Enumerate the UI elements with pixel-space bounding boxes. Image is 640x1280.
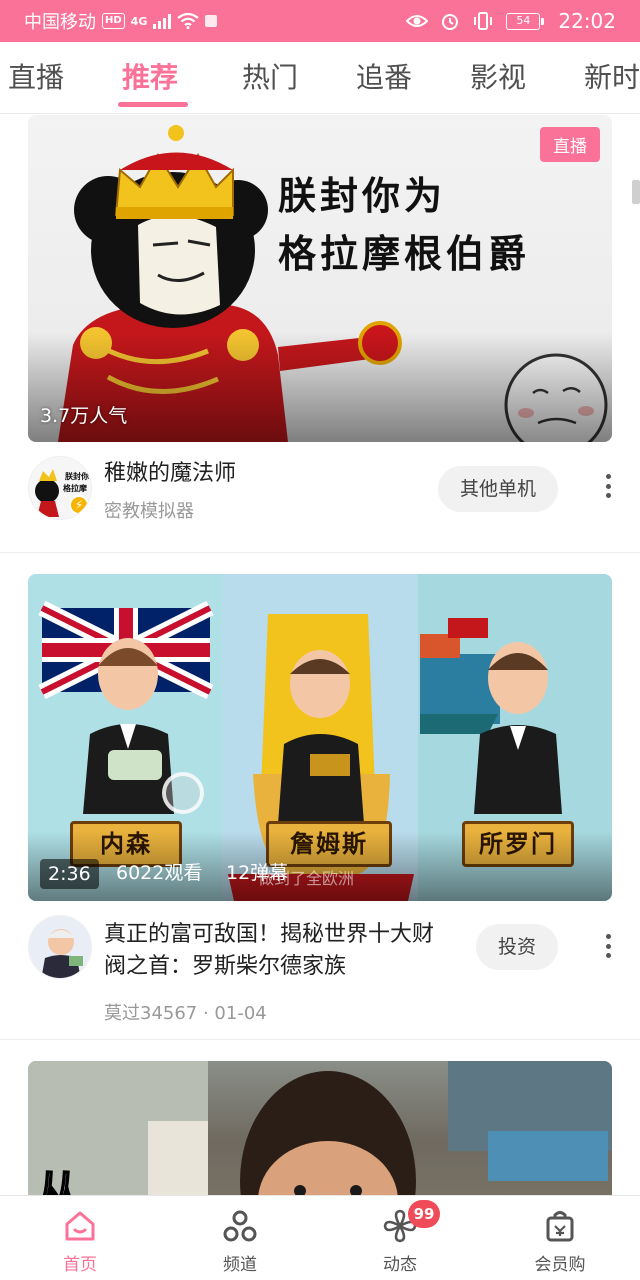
svg-text:格拉摩: 格拉摩	[63, 483, 87, 493]
nav-label: 首页	[63, 1255, 97, 1275]
divider	[0, 1039, 640, 1040]
scrollbar[interactable]	[632, 180, 640, 204]
view-count: 6022观看	[116, 862, 203, 884]
more-options-icon[interactable]	[598, 930, 618, 962]
tab-hot[interactable]: 热门	[242, 56, 298, 96]
tab-bangumi[interactable]: 追番	[356, 56, 412, 96]
danmaku-count: 12弹幕	[226, 862, 289, 884]
wifi-icon	[177, 13, 200, 29]
live-badge: 直播	[540, 127, 600, 162]
signal-icon	[153, 13, 172, 29]
hd-icon: HD	[102, 13, 125, 29]
tab-movies[interactable]: 影视	[470, 56, 526, 96]
tab-new-era[interactable]: 新时	[584, 56, 640, 96]
card-meta: 莫过34567 · 01-04	[104, 1003, 267, 1024]
card-title[interactable]: 稚嫩的魔法师	[104, 458, 236, 490]
touch-indicator	[162, 772, 204, 814]
category-tag-button[interactable]: 其他单机	[438, 466, 558, 512]
network-type: 4G	[130, 14, 148, 28]
card-subtitle: 密教模拟器	[104, 501, 194, 522]
nav-dynamics[interactable]: 动态 99	[320, 1196, 480, 1280]
tab-live[interactable]: 直播	[8, 56, 64, 96]
status-bar: 中国移动 HD 4G 54 22:02	[0, 0, 640, 42]
shopping-bag-icon	[540, 1206, 580, 1246]
battery-icon: 54	[506, 12, 545, 30]
video-duration: 2:36	[40, 859, 99, 889]
nav-member-shop[interactable]: 会员购	[480, 1196, 640, 1280]
clock: 22:02	[558, 9, 616, 33]
nav-channels[interactable]: 频道	[160, 1196, 320, 1280]
uploader-avatar[interactable]	[28, 915, 92, 979]
tab-recommend[interactable]: 推荐	[122, 56, 178, 96]
cover-caption: 从	[35, 1167, 81, 1195]
notification-badge: 99	[408, 1200, 440, 1228]
nav-label: 动态	[383, 1255, 417, 1275]
nav-label: 会员购	[534, 1255, 586, 1275]
svg-text:朕封你: 朕封你	[65, 471, 89, 481]
vibrate-icon	[474, 12, 493, 30]
carrier-name: 中国移动	[24, 12, 96, 33]
video-cover[interactable]: 从	[28, 1061, 612, 1195]
channel-icon	[220, 1206, 260, 1246]
bottom-navigation: 首页 频道 动态 99 会员购	[0, 1195, 640, 1280]
category-tabs: 直播 推荐 热门 追番 影视 新时	[0, 42, 640, 114]
nav-label: 频道	[223, 1255, 257, 1275]
home-icon	[60, 1206, 100, 1246]
card-title[interactable]: 真正的富可敌国！揭秘世界十大财阀之首：罗斯柴尔德家族	[104, 919, 444, 983]
video-illustration	[28, 1061, 612, 1195]
category-tag-button[interactable]: 投资	[476, 924, 558, 970]
tab-indicator	[118, 102, 188, 107]
recommend-feed[interactable]: 朕封你为 格拉摩根伯爵 直播 3.7万人气 朕封你 格拉摩 ⚡ 稚嫩的魔法师 密…	[0, 115, 640, 1195]
video-cover[interactable]: 内森 詹姆斯 所罗门 做到了全欧洲 2:36 6022观看 12弹幕	[28, 574, 612, 901]
eye-icon	[406, 15, 429, 27]
video-card: 从	[0, 1061, 640, 1195]
popularity-count: 3.7万人气	[40, 405, 128, 427]
battery-level: 54	[506, 12, 541, 30]
alarm-icon	[442, 14, 459, 30]
notification-icon	[205, 15, 218, 27]
live-cover[interactable]: 朕封你为 格拉摩根伯爵 直播 3.7万人气	[28, 115, 612, 442]
divider	[0, 552, 640, 553]
live-card: 朕封你为 格拉摩根伯爵 直播 3.7万人气 朕封你 格拉摩 ⚡ 稚嫩的魔法师 密…	[0, 115, 640, 552]
lightning-badge-icon: ⚡	[69, 495, 89, 515]
nav-home[interactable]: 首页	[0, 1196, 160, 1280]
more-options-icon[interactable]	[598, 470, 618, 502]
cover-caption: 朕封你为 格拉摩根伯爵	[278, 174, 531, 276]
video-card: 内森 詹姆斯 所罗门 做到了全欧洲 2:36 6022观看 12弹幕 真正的富可…	[0, 574, 640, 1039]
avatar-image	[29, 916, 91, 978]
uploader-avatar[interactable]: 朕封你 格拉摩 ⚡	[28, 456, 92, 520]
